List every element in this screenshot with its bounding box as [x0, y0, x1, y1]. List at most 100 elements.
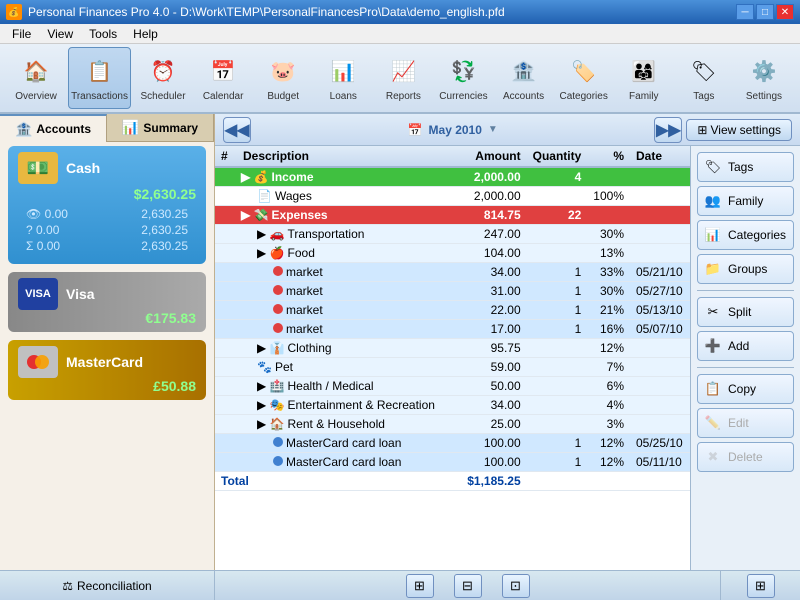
- table-row[interactable]: ▶ 👔Clothing 95.75 12%: [215, 339, 690, 358]
- cash-sub-rows: 👁 0.002,630.25 ? 0.002,630.25 Σ 0.002,63…: [18, 202, 196, 258]
- next-button[interactable]: ▶▶: [654, 117, 682, 143]
- currencies-label: Currencies: [439, 91, 487, 103]
- add-button[interactable]: ➕ Add: [697, 331, 794, 361]
- table-row[interactable]: market 17.00 1 16% 05/07/10: [215, 320, 690, 339]
- account-mastercard[interactable]: MasterCard £50.88: [8, 340, 206, 400]
- menu-tools[interactable]: Tools: [81, 25, 125, 43]
- account-visa[interactable]: VISA Visa €175.83: [8, 272, 206, 332]
- toolbar-accounts[interactable]: 🏦 Accounts: [496, 47, 552, 109]
- row-pct: 12%: [587, 453, 630, 472]
- reconciliation-button[interactable]: ⚖ Reconciliation: [0, 571, 215, 600]
- status-btn-right[interactable]: ⊡: [502, 574, 530, 598]
- row-description: 🐾Pet: [237, 358, 457, 377]
- calendar-icon: 📅: [205, 53, 241, 89]
- divider-1: [697, 290, 794, 291]
- table-row[interactable]: ▶ 🏥Health / Medical 50.00 6%: [215, 377, 690, 396]
- copy-btn-icon: 📋: [704, 380, 722, 398]
- row-quantity: 1: [527, 282, 588, 301]
- menu-view[interactable]: View: [39, 25, 81, 43]
- groups-button[interactable]: 📁 Groups: [697, 254, 794, 284]
- tags-button[interactable]: 🏷 Tags: [697, 152, 794, 182]
- delete-button[interactable]: ✖ Delete: [697, 442, 794, 472]
- status-btn-center[interactable]: ⊟: [454, 574, 482, 598]
- table-row[interactable]: ▶ 💸Expenses 814.75 22: [215, 206, 690, 225]
- zoom-button[interactable]: ⊞: [747, 574, 775, 598]
- tab-summary[interactable]: 📊 Summary: [107, 114, 214, 142]
- groups-btn-icon: 📁: [704, 260, 722, 278]
- row-amount: 95.75: [457, 339, 527, 358]
- row-amount: 59.00: [457, 358, 527, 377]
- toolbar-budget[interactable]: 🐷 Budget: [255, 47, 311, 109]
- row-pct: 30%: [587, 225, 630, 244]
- toolbar-transactions[interactable]: 📋 Transactions: [68, 47, 131, 109]
- table-row[interactable]: ▶ 🍎Food 104.00 13%: [215, 244, 690, 263]
- tags-btn-label: Tags: [728, 160, 753, 174]
- table-row[interactable]: 📄Wages 2,000.00 100%: [215, 187, 690, 206]
- window-controls: ─ □ ✕: [736, 4, 794, 20]
- toolbar-settings[interactable]: ⚙️ Settings: [736, 47, 792, 109]
- row-date: 05/07/10: [630, 320, 690, 339]
- toolbar-family[interactable]: 👨‍👩‍👧 Family: [616, 47, 672, 109]
- toolbar-loans[interactable]: 📊 Loans: [315, 47, 371, 109]
- copy-button[interactable]: 📋 Copy: [697, 374, 794, 404]
- cash-sub-row-2: ? 0.002,630.25: [26, 222, 188, 238]
- status-btn-left[interactable]: ⊞: [406, 574, 434, 598]
- row-num: [215, 282, 237, 301]
- table-header-row: # Description Amount Quantity % Date: [215, 146, 690, 167]
- row-amount: 22.00: [457, 301, 527, 320]
- table-row[interactable]: market 34.00 1 33% 05/21/10: [215, 263, 690, 282]
- row-description: market: [237, 301, 457, 320]
- table-row[interactable]: MasterCard card loan 100.00 1 12% 05/11/…: [215, 453, 690, 472]
- status-middle: ⊞ ⊟ ⊡: [215, 574, 720, 598]
- edit-button[interactable]: ✏️ Edit: [697, 408, 794, 438]
- toolbar-currencies[interactable]: 💱 Currencies: [435, 47, 491, 109]
- toolbar-categories[interactable]: 🏷️ Categories: [556, 47, 612, 109]
- menu-help[interactable]: Help: [125, 25, 166, 43]
- tab-accounts[interactable]: 🏦 Accounts: [0, 114, 107, 142]
- split-button[interactable]: ✂ Split: [697, 297, 794, 327]
- categories-button[interactable]: 📊 Categories: [697, 220, 794, 250]
- toolbar-scheduler[interactable]: ⏰ Scheduler: [135, 47, 191, 109]
- prev-button[interactable]: ◀◀: [223, 117, 251, 143]
- family-button[interactable]: 👥 Family: [697, 186, 794, 216]
- row-pct: 100%: [587, 187, 630, 206]
- row-date: [630, 225, 690, 244]
- table-row[interactable]: ▶ 🏠Rent & Household 25.00 3%: [215, 415, 690, 434]
- toolbar: 🏠 Overview 📋 Transactions ⏰ Scheduler 📅 …: [0, 44, 800, 114]
- status-bar: ⚖ Reconciliation ⊞ ⊟ ⊡ ⊞: [0, 570, 800, 600]
- reconciliation-icon: ⚖: [62, 579, 73, 593]
- table-row[interactable]: market 22.00 1 21% 05/13/10: [215, 301, 690, 320]
- transactions-table: # Description Amount Quantity % Date ▶ 💰…: [215, 146, 690, 570]
- table-row[interactable]: market 31.00 1 30% 05/27/10: [215, 282, 690, 301]
- divider-2: [697, 367, 794, 368]
- toolbar-calendar[interactable]: 📅 Calendar: [195, 47, 251, 109]
- table-row[interactable]: ▶ 🚗Transportation 247.00 30%: [215, 225, 690, 244]
- row-num: [215, 244, 237, 263]
- table-row[interactable]: 🐾Pet 59.00 7%: [215, 358, 690, 377]
- split-btn-icon: ✂: [704, 303, 722, 321]
- row-description: 📄Wages: [237, 187, 457, 206]
- left-tabs: 🏦 Accounts 📊 Summary: [0, 114, 214, 142]
- toolbar-overview[interactable]: 🏠 Overview: [8, 47, 64, 109]
- account-cash[interactable]: 💵 Cash $2,630.25 👁 0.002,630.25 ? 0.002,…: [8, 146, 206, 264]
- toolbar-tags[interactable]: 🏷 Tags: [676, 47, 732, 109]
- toolbar-reports[interactable]: 📈 Reports: [375, 47, 431, 109]
- view-settings-button[interactable]: ⊞ View settings: [686, 119, 792, 141]
- close-button[interactable]: ✕: [776, 4, 794, 20]
- nav-title-text: May 2010: [429, 123, 482, 137]
- reports-label: Reports: [386, 91, 421, 103]
- menu-file[interactable]: File: [4, 25, 39, 43]
- table-row[interactable]: ▶ 🎭Entertainment & Recreation 34.00 4%: [215, 396, 690, 415]
- accounts-label: Accounts: [503, 91, 544, 103]
- maximize-button[interactable]: □: [756, 4, 774, 20]
- currencies-icon: 💱: [445, 53, 481, 89]
- row-date: [630, 415, 690, 434]
- table-row[interactable]: Total $1,185.25: [215, 472, 690, 491]
- col-date: Date: [630, 146, 690, 167]
- table-row[interactable]: MasterCard card loan 100.00 1 12% 05/25/…: [215, 434, 690, 453]
- table-row[interactable]: ▶ 💰Income 2,000.00 4: [215, 167, 690, 187]
- right-panel: 🏷 Tags 👥 Family 📊 Categories 📁 Groups: [690, 146, 800, 570]
- minimize-button[interactable]: ─: [736, 4, 754, 20]
- cash-sub-row-1: 👁 0.002,630.25: [26, 206, 188, 222]
- overview-icon: 🏠: [18, 53, 54, 89]
